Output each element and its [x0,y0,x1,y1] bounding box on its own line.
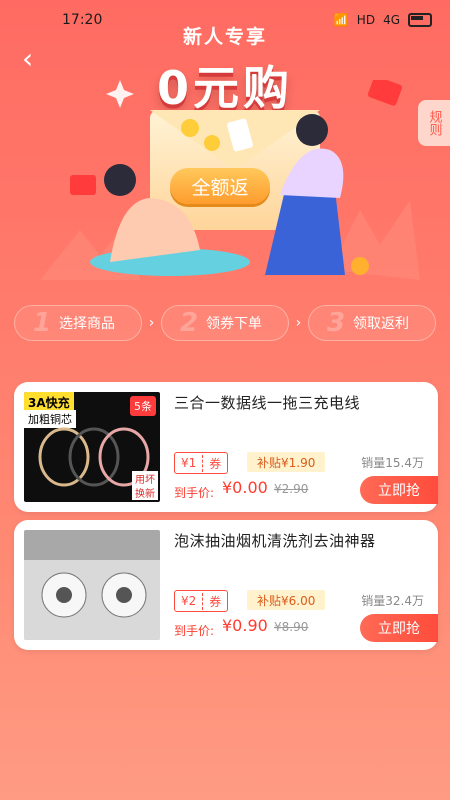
product-title[interactable]: 三合一数据线一拖三充电线 [174,392,424,413]
subsidy-tag: 补贴¥1.90 [247,452,326,472]
thumb-tag: 换新 [132,485,158,500]
coupon-label: 券 [202,592,227,610]
steps-bar: 1 选择商品 › 2 领券下单 › 3 领取返利 [14,305,436,341]
step-number: 3 [326,308,346,338]
full-return-badge: 全额返 [170,168,270,204]
price-label: 到手价: [174,624,215,638]
final-price: ¥0.00 [222,478,268,497]
step-get-rebate: 3 领取返利 [307,305,436,341]
final-price: ¥0.90 [222,616,268,635]
sales-count: 销量32.4万 [361,594,424,608]
price-label: 到手价: [174,486,215,500]
product-card[interactable]: 3A快充 加粗铜芯 5条 用坏 换新 三合一数据线一拖三充电线 ¥1 券 补贴¥… [14,382,438,512]
screen: 17:20 📶 HD 4G ‹ 新人专享 0元购 规则 全额返 1 选择商品 ›… [0,0,450,800]
step-number: 1 [33,308,52,338]
product-card[interactable]: 泡沫抽油烟机清洗剂去油神器 ¥2 券 补贴¥6.00 销量32.4万 到手价: … [14,520,438,650]
step-label: 选择商品 [59,316,115,332]
original-price: ¥2.90 [274,482,309,496]
chevron-right-icon: › [295,315,302,331]
step-label: 领取返利 [352,316,409,332]
buy-now-button[interactable]: 立即抢 [360,614,438,642]
original-price: ¥8.90 [274,620,309,634]
stove-illustration [24,530,160,640]
step-get-coupon: 2 领券下单 [160,305,289,341]
step-label: 领券下单 [205,316,262,332]
step-number: 2 [179,308,199,338]
buy-now-button[interactable]: 立即抢 [360,476,438,504]
coupon-tag: ¥1 券 [174,452,229,474]
coupon-amount: ¥2 [181,594,197,608]
sales-count: 销量15.4万 [361,456,424,470]
subsidy-tag: 补贴¥6.00 [247,590,326,610]
coupon-label: 券 [202,454,227,472]
page-subtitle: 新人专享 [182,26,267,48]
product-title[interactable]: 泡沫抽油烟机清洗剂去油神器 [174,530,424,551]
coupon-amount: ¥1 [181,456,197,470]
chevron-right-icon: › [148,315,155,331]
coupon-tag: ¥2 券 [174,590,229,612]
product-image[interactable] [24,530,160,640]
product-image[interactable]: 3A快充 加粗铜芯 5条 用坏 换新 [24,392,160,502]
thumb-tag: 用坏 [132,471,158,486]
step-select-product: 1 选择商品 [14,305,142,341]
